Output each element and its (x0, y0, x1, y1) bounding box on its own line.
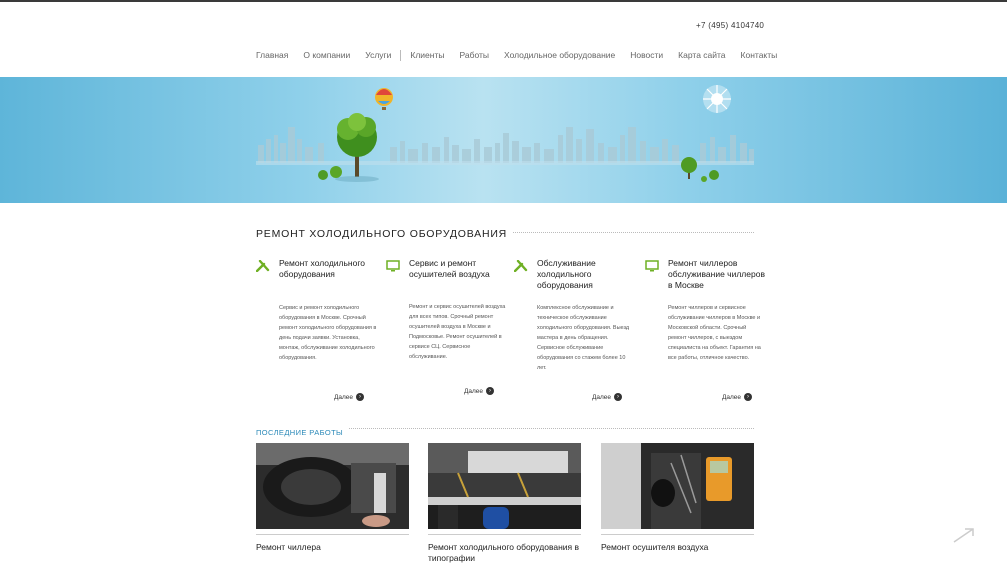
balloon-icon (375, 88, 393, 110)
service-title[interactable]: Сервис и ремонт осушителей воздуха (409, 258, 507, 280)
work-divider (256, 534, 409, 535)
more-link[interactable]: Далее › (334, 393, 365, 401)
more-label[interactable]: Далее (722, 394, 741, 401)
work-caption[interactable]: Ремонт чиллера (256, 542, 409, 553)
monitor-icon (386, 260, 400, 272)
more-link[interactable]: Далее › (464, 387, 495, 395)
more-label[interactable]: Далее (592, 394, 611, 401)
work-photo-chiller[interactable] (256, 443, 409, 529)
section-heading: РЕМОНТ ХОЛОДИЛЬНОГО ОБОРУДОВАНИЯ (256, 224, 754, 240)
more-link[interactable]: Далее › (722, 393, 753, 401)
work-divider (601, 534, 754, 535)
service-title[interactable]: Ремонт чиллеров обслуживание чиллеров в … (668, 258, 766, 291)
work-card[interactable]: Ремонт холодильного оборудования в типог… (428, 443, 581, 564)
service-text: Ремонт и сервис осушителей воздуха для в… (409, 304, 506, 360)
nav-home[interactable]: Главная (256, 50, 288, 61)
top-border (0, 0, 1007, 2)
nav-sitemap[interactable]: Карта сайта (678, 50, 725, 61)
work-caption[interactable]: Ремонт осушителя воздуха (601, 542, 754, 553)
nav-equipment[interactable]: Холодильное оборудование (504, 50, 615, 61)
service-text: Комплексное обслуживание и техническое о… (537, 305, 630, 371)
work-caption[interactable]: Ремонт холодильного оборудования в типог… (428, 542, 581, 564)
more-label[interactable]: Далее (464, 388, 483, 395)
nav-about[interactable]: О компании (303, 50, 350, 61)
nav-news[interactable]: Новости (630, 50, 663, 61)
nav-services[interactable]: Услуги (365, 50, 391, 61)
service-title[interactable]: Обслуживание холодильного оборудования (537, 258, 635, 291)
work-divider (428, 534, 581, 535)
arrow-right-icon[interactable]: › (614, 393, 623, 401)
service-text: Сервис и ремонт холодильного оборудовани… (279, 305, 377, 361)
nav-works[interactable]: Работы (459, 50, 489, 61)
work-card[interactable]: Ремонт осушителя воздуха (601, 443, 754, 553)
works-title[interactable]: ПОСЛЕДНИЕ РАБОТЫ (256, 428, 349, 437)
wrench-icon (514, 260, 528, 272)
expand-arrow-icon[interactable] (951, 526, 977, 544)
arrow-right-icon[interactable]: › (356, 393, 365, 401)
city-skyline-illustration (256, 85, 754, 182)
wrench-icon (256, 260, 270, 272)
nav-divider (400, 50, 402, 61)
work-photo-dryer[interactable] (601, 443, 754, 529)
works-heading: ПОСЛЕДНИЕ РАБОТЫ (256, 422, 754, 437)
monitor-icon (645, 260, 659, 272)
nav-clients[interactable]: Клиенты (410, 50, 444, 61)
more-link[interactable]: Далее › (592, 393, 623, 401)
section-title: РЕМОНТ ХОЛОДИЛЬНОГО ОБОРУДОВАНИЯ (256, 228, 514, 240)
arrow-right-icon[interactable]: › (744, 393, 753, 401)
service-title[interactable]: Ремонт холодильного оборудования (279, 258, 377, 280)
main-nav: Главная О компании Услуги Клиенты Работы… (256, 50, 792, 61)
nav-contacts[interactable]: Контакты (741, 50, 778, 61)
service-text: Ремонт чиллеров и сервисное обслуживание… (668, 305, 761, 361)
arrow-right-icon[interactable]: › (486, 387, 495, 395)
hero-banner (0, 77, 1007, 203)
work-photo-refrigeration[interactable] (428, 443, 581, 529)
header-phone: +7 (495) 4104740 (696, 21, 765, 30)
work-card[interactable]: Ремонт чиллера (256, 443, 409, 553)
more-label[interactable]: Далее (334, 394, 353, 401)
